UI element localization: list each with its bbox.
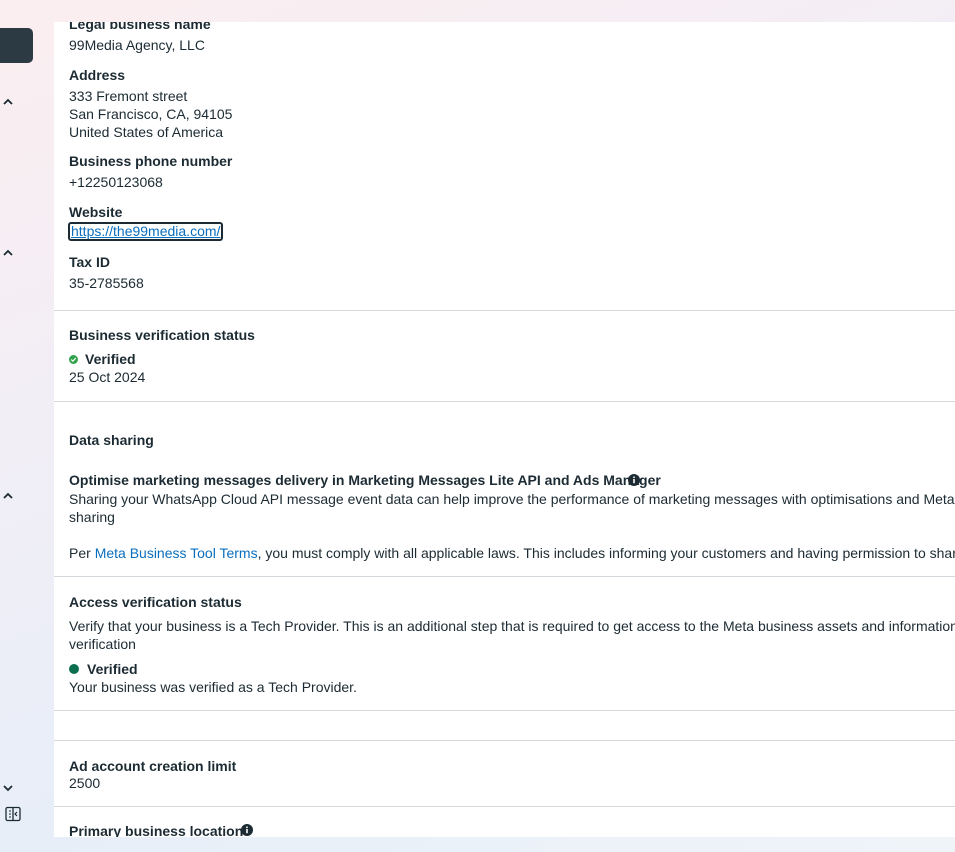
ad-limit-value: 2500 <box>69 775 101 791</box>
legal-name-value: 99Media Agency, LLC <box>69 37 205 53</box>
tax-id-value: 35-2785568 <box>69 275 144 291</box>
website-label: Website <box>69 204 123 220</box>
address-line-2: San Francisco, CA, 94105 <box>69 106 233 122</box>
verification-title: Business verification status <box>69 327 255 343</box>
divider <box>54 740 955 741</box>
terms-text: Per Meta Business Tool Terms, you must c… <box>69 545 955 561</box>
access-verification-title: Access verification status <box>69 594 242 610</box>
divider <box>54 401 955 402</box>
primary-location-title: Primary business location <box>69 823 244 837</box>
data-sharing-link[interactable]: sharing <box>69 509 115 525</box>
rail-active-item[interactable] <box>0 28 33 63</box>
data-sharing-title: Data sharing <box>69 432 154 448</box>
info-icon[interactable] <box>241 824 253 836</box>
legal-name-label: Legal business name <box>69 22 211 32</box>
terms-prefix: Per <box>69 545 95 561</box>
ad-limit-title: Ad account creation limit <box>69 758 237 774</box>
info-icon[interactable] <box>628 474 640 486</box>
divider <box>54 710 955 711</box>
divider <box>54 806 955 807</box>
business-details-card: Legal business name 99Media Agency, LLC … <box>54 22 955 837</box>
address-line-3: United States of America <box>69 124 224 140</box>
address-line-1: 333 Fremont street <box>69 88 188 104</box>
data-sharing-subtitle: Optimise marketing messages delivery in … <box>69 472 661 488</box>
tax-id-label: Tax ID <box>69 254 110 270</box>
access-verification-description: Verify that your business is a Tech Prov… <box>69 618 955 634</box>
access-verification-link[interactable]: verification <box>69 636 136 652</box>
chevron-up-icon[interactable] <box>1 95 15 109</box>
chevron-up-icon[interactable] <box>1 489 15 503</box>
panel-toggle-icon[interactable] <box>5 806 21 822</box>
data-sharing-description: Sharing your WhatsApp Cloud API message … <box>69 491 955 507</box>
meta-business-tool-terms-link[interactable]: Meta Business Tool Terms <box>95 545 258 561</box>
status-dot <box>69 664 79 674</box>
phone-value: +12250123068 <box>69 174 163 190</box>
divider <box>54 576 955 577</box>
verification-date: 25 Oct 2024 <box>69 369 146 385</box>
access-verification-status: Verified <box>87 661 138 677</box>
terms-suffix: , you must comply with all applicable la… <box>257 545 955 561</box>
chevron-up-icon[interactable] <box>1 246 15 260</box>
phone-label: Business phone number <box>69 153 233 169</box>
chevron-down-icon[interactable] <box>1 781 15 795</box>
website-link[interactable]: https://the99media.com/ <box>68 222 224 241</box>
address-label: Address <box>69 67 126 83</box>
left-rail <box>0 0 54 852</box>
verification-status: Verified <box>85 351 136 367</box>
access-verification-status-description: Your business was verified as a Tech Pro… <box>69 679 357 695</box>
check-circle-icon <box>69 355 78 364</box>
divider <box>54 310 955 311</box>
